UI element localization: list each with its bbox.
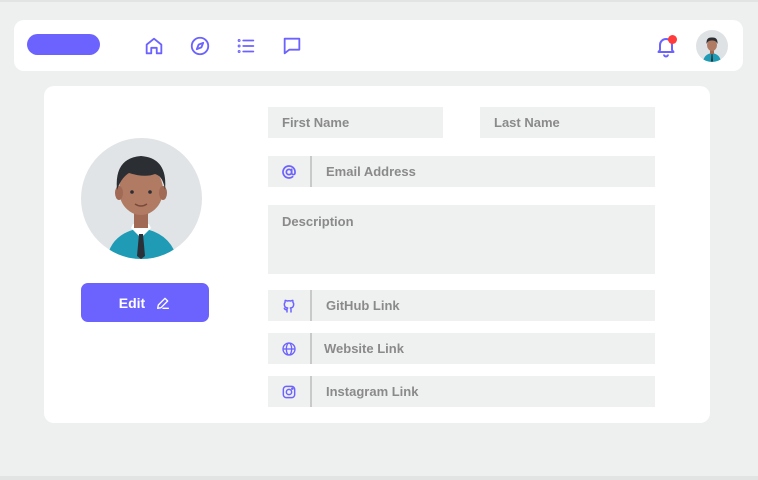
- last-name-placeholder: Last Name: [494, 115, 560, 130]
- avatar[interactable]: [696, 30, 728, 62]
- notification-badge: [668, 35, 677, 44]
- instagram-icon: [268, 376, 312, 407]
- pencil-icon: [157, 297, 170, 309]
- profile-avatar: [81, 138, 202, 259]
- top-navbar: [14, 20, 743, 71]
- globe-icon: [268, 333, 312, 364]
- email-placeholder: Email Address: [326, 164, 416, 179]
- logo[interactable]: [27, 34, 100, 55]
- instagram-field[interactable]: Instagram Link: [268, 376, 655, 407]
- github-placeholder: GitHub Link: [326, 298, 400, 313]
- first-name-field[interactable]: First Name: [268, 107, 443, 138]
- compass-icon[interactable]: [188, 34, 212, 58]
- github-icon: [268, 290, 312, 321]
- description-field[interactable]: Description: [268, 205, 655, 274]
- bell-icon[interactable]: [654, 34, 678, 58]
- website-placeholder: Website Link: [324, 341, 404, 356]
- email-field[interactable]: Email Address: [268, 156, 655, 187]
- bottom-divider: [0, 476, 758, 480]
- instagram-placeholder: Instagram Link: [326, 384, 419, 399]
- edit-button[interactable]: Edit: [81, 283, 209, 322]
- chat-icon[interactable]: [280, 34, 304, 58]
- profile-card: Edit First Name Last Name Email Address …: [44, 86, 710, 423]
- at-icon: [268, 156, 312, 187]
- last-name-field[interactable]: Last Name: [480, 107, 655, 138]
- edit-label: Edit: [118, 294, 146, 311]
- description-placeholder: Description: [282, 214, 354, 229]
- website-field[interactable]: Website Link: [268, 333, 655, 364]
- github-field[interactable]: GitHub Link: [268, 290, 655, 321]
- first-name-placeholder: First Name: [282, 115, 350, 130]
- home-icon[interactable]: [142, 34, 166, 58]
- list-icon[interactable]: [234, 34, 258, 58]
